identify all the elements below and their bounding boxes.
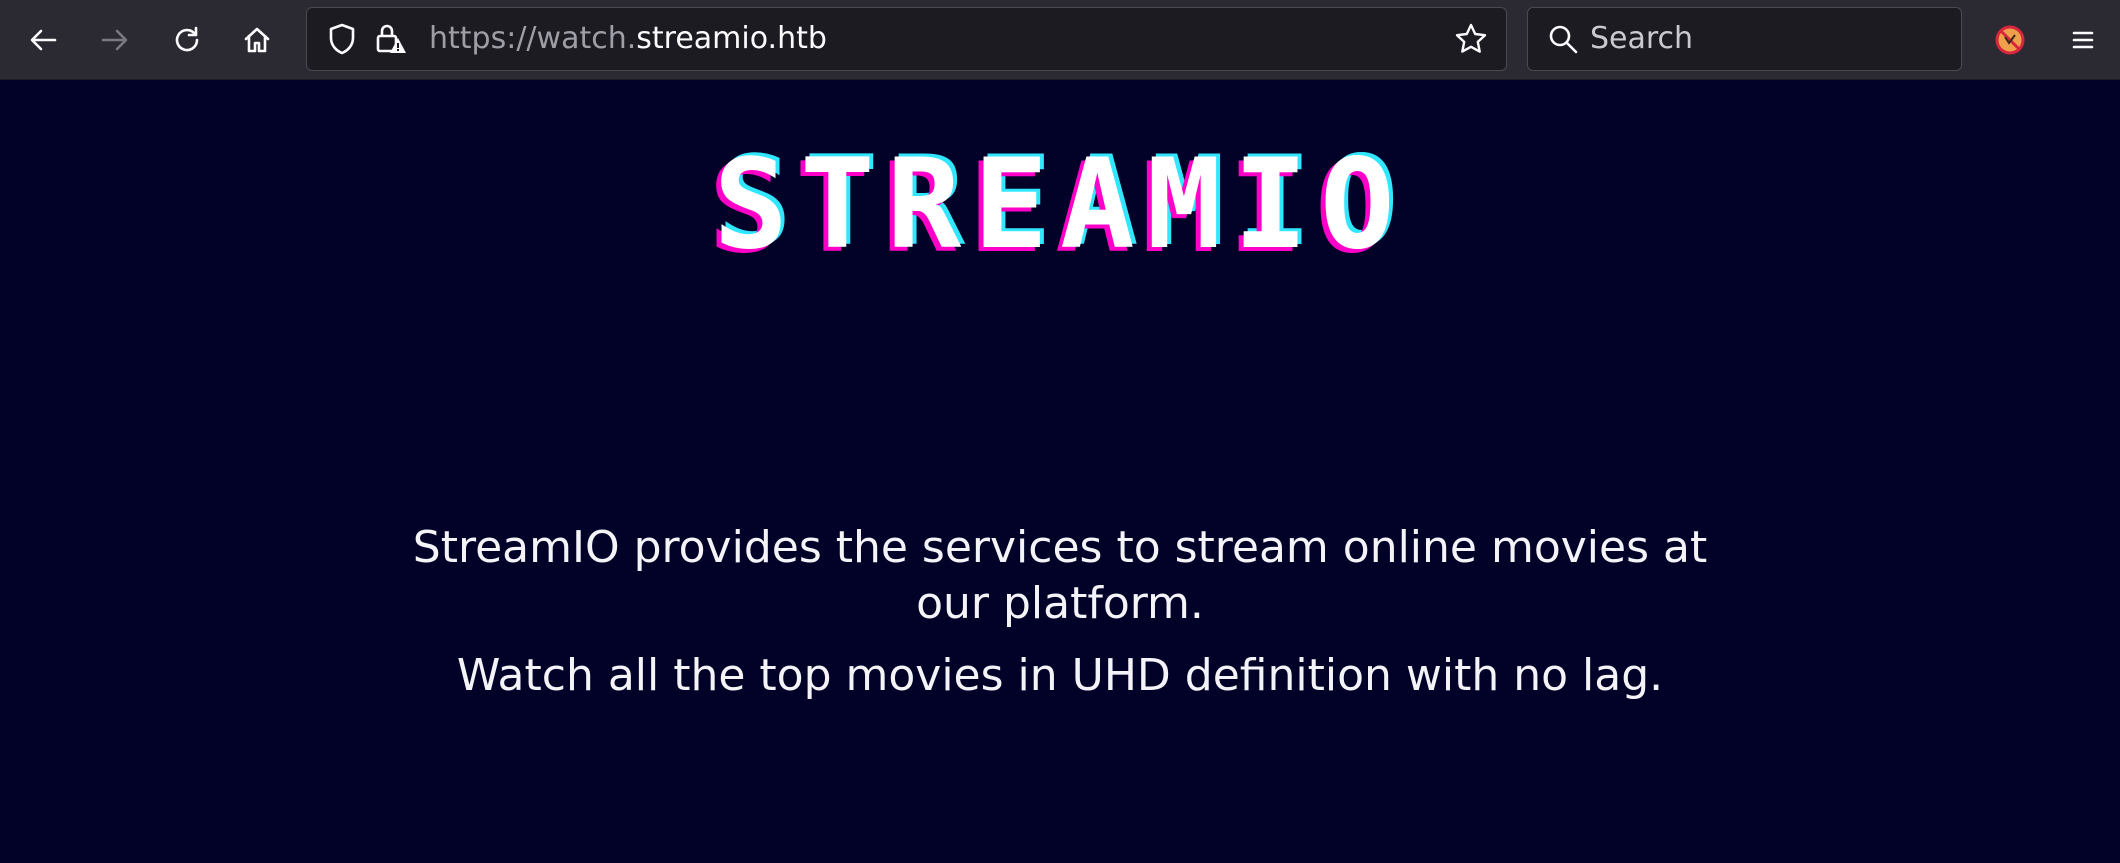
browser-toolbar: https://watch.streamio.htb Search: [0, 0, 2120, 80]
bookmark-star-icon[interactable]: [1454, 22, 1488, 56]
url-host: streamio.htb: [636, 21, 827, 56]
reload-button[interactable]: [157, 10, 217, 70]
menu-icon: [2072, 31, 2094, 49]
forward-arrow-icon: [101, 29, 128, 51]
description-text: StreamIO provides the services to stream…: [412, 522, 1708, 629]
home-button[interactable]: [227, 10, 287, 70]
back-arrow-icon: [30, 29, 57, 51]
app-menu-button[interactable]: [2053, 10, 2113, 70]
search-placeholder: Search: [1590, 21, 1694, 56]
shield-icon[interactable]: [325, 22, 359, 56]
home-icon: [244, 27, 270, 53]
extension-icon: [1995, 25, 2025, 55]
url-text[interactable]: https://watch.streamio.htb: [429, 21, 827, 57]
url-scheme: https://watch.: [429, 21, 637, 56]
search-icon: [1549, 25, 1578, 54]
description-paragraph: StreamIO provides the services to stream…: [0, 520, 2120, 632]
back-button[interactable]: [13, 10, 73, 70]
search-bar[interactable]: Search: [1527, 7, 1962, 71]
reload-icon: [175, 26, 199, 52]
extension-button[interactable]: [1980, 10, 2040, 70]
address-bar[interactable]: https://watch.streamio.htb: [306, 7, 1507, 71]
tagline-paragraph: Watch all the top movies in UHD definiti…: [456, 650, 1664, 701]
insecure-lock-icon[interactable]: [373, 22, 407, 56]
forward-button[interactable]: [85, 10, 145, 70]
logo-container: STREAMIO: [0, 140, 2120, 270]
streamio-logo: STREAMIO: [713, 133, 1407, 277]
